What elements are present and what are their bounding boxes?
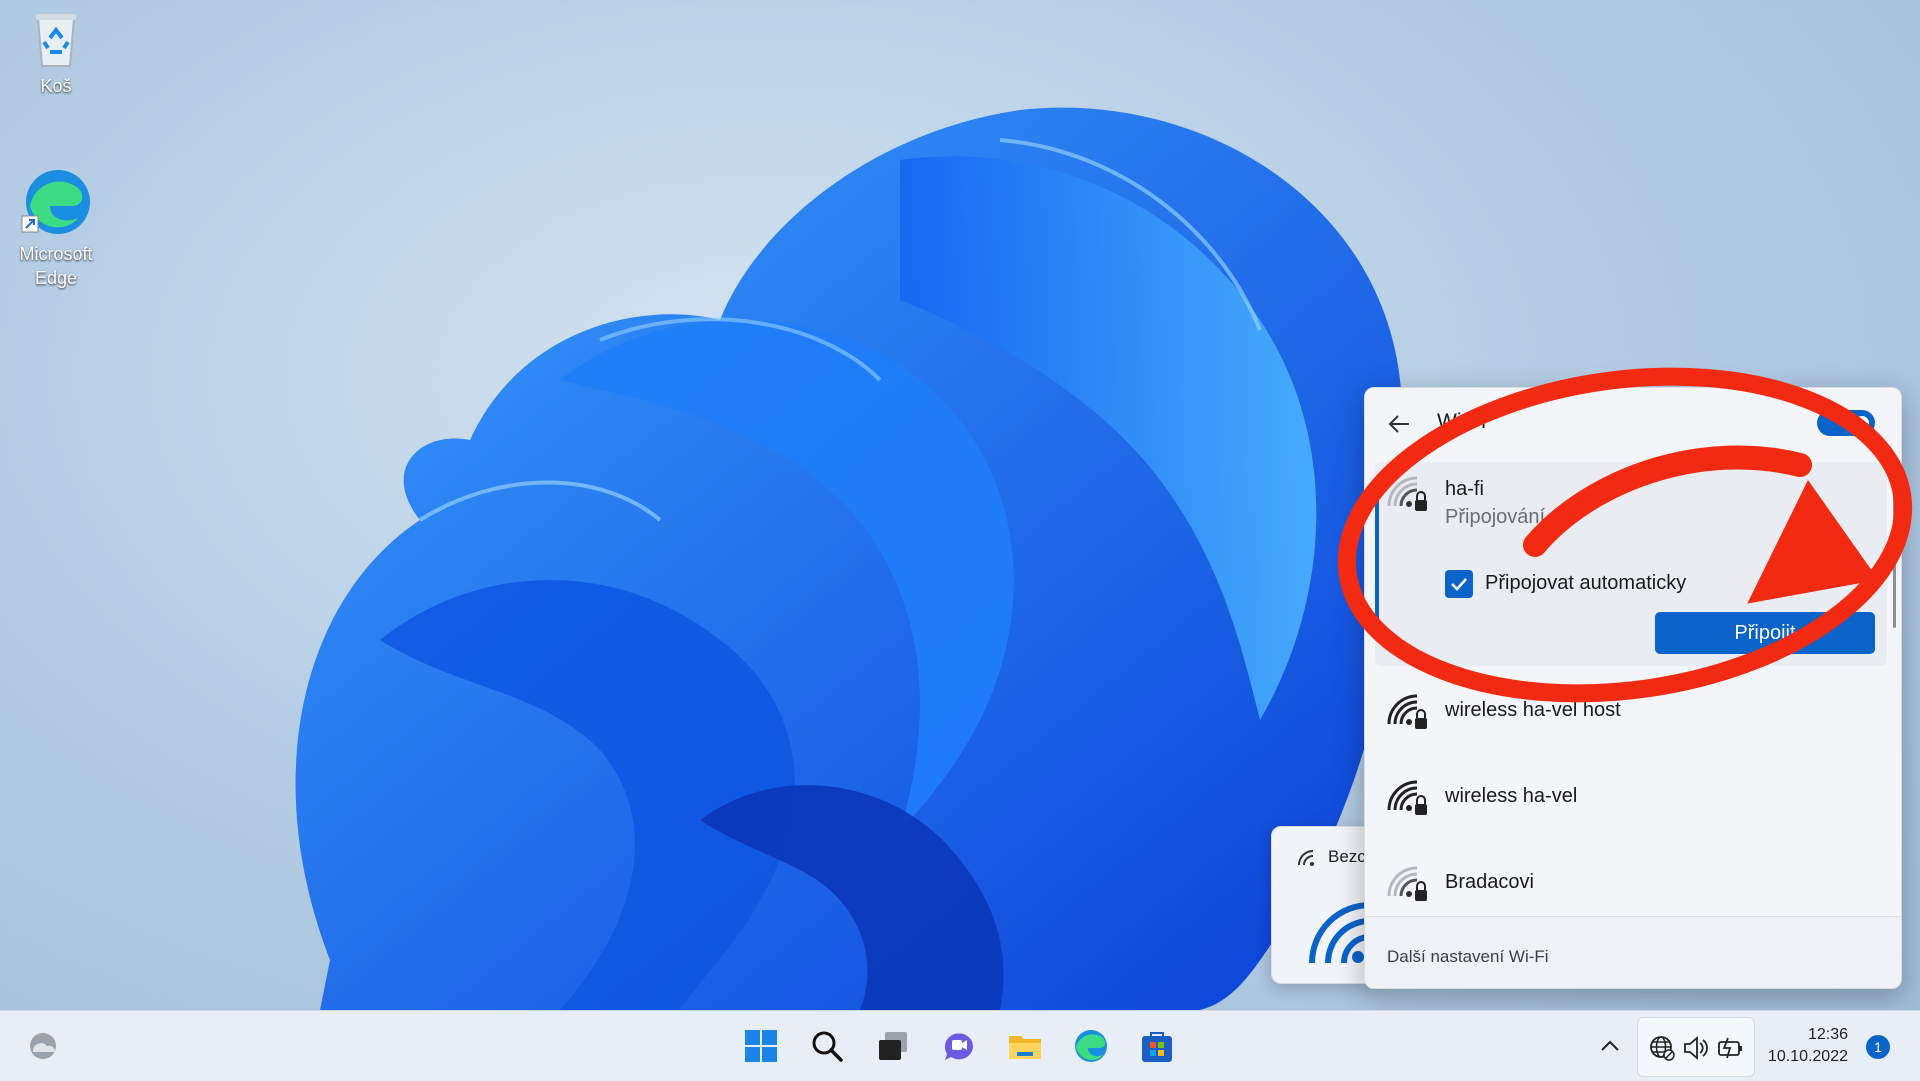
selected-network-status: Připojování	[1445, 506, 1546, 528]
network-item[interactable]: wireless ha-vel host	[1365, 672, 1901, 752]
wifi-small-icon	[1298, 850, 1314, 866]
auto-connect-label: Připojovat automaticky	[1485, 572, 1687, 594]
auto-connect-checkbox[interactable]	[1445, 570, 1473, 598]
wifi-flyout-footer: Další nastavení Wi-Fi	[1365, 916, 1901, 988]
search-button[interactable]	[804, 1023, 850, 1069]
clock-date: 10.10.2022	[1767, 1048, 1848, 1065]
selected-network-name: ha-fi	[1445, 478, 1484, 500]
wifi-secured-weak-icon	[1387, 476, 1427, 511]
wifi-toggle[interactable]	[1817, 410, 1875, 436]
show-hidden-icons-button[interactable]	[1590, 1023, 1630, 1069]
search-icon	[812, 1031, 843, 1062]
network-item[interactable]: Bradacovi	[1365, 844, 1901, 924]
file-explorer-button[interactable]	[1002, 1023, 1048, 1069]
desktop-icon-recycle-bin[interactable]: Koš	[6, 8, 106, 98]
quick-settings-label: Bezc	[1328, 847, 1366, 866]
chevron-up-icon	[1601, 1040, 1619, 1051]
quick-settings-tray[interactable]	[1637, 1017, 1755, 1077]
flyout-scrollbar[interactable]	[1893, 478, 1896, 628]
wifi-secured-weak-icon	[1387, 866, 1427, 901]
start-icon	[745, 1030, 777, 1062]
weather-icon	[30, 1033, 56, 1059]
checkmark-icon	[1451, 578, 1467, 591]
start-button[interactable]	[738, 1023, 784, 1069]
edge-icon	[1075, 1030, 1107, 1062]
file-explorer-icon	[1009, 1036, 1041, 1059]
wifi-flyout: Wi-Fi ha-fi Připojování Připojovat autom…	[1364, 387, 1902, 989]
taskbar-clock[interactable]: 12:36 10.10.2022	[1760, 1024, 1848, 1068]
wifi-flyout-header: Wi-Fi	[1365, 388, 1901, 454]
task-view-icon	[879, 1032, 907, 1060]
network-name: wireless ha-vel host	[1445, 699, 1621, 721]
edge-icon	[21, 170, 90, 234]
network-item[interactable]: wireless ha-vel	[1365, 758, 1901, 838]
back-arrow-icon[interactable]	[1385, 410, 1413, 438]
selection-indicator	[1375, 498, 1379, 630]
network-name: wireless ha-vel	[1445, 785, 1578, 807]
wifi-secured-icon	[1387, 694, 1427, 729]
more-wifi-settings-link[interactable]: Další nastavení Wi-Fi	[1387, 947, 1549, 967]
wifi-flyout-title: Wi-Fi	[1437, 410, 1486, 433]
network-name: Bradacovi	[1445, 871, 1534, 893]
task-view-button[interactable]	[870, 1023, 916, 1069]
connect-button[interactable]: Připojit	[1655, 612, 1875, 654]
edge-taskbar-button[interactable]	[1068, 1023, 1114, 1069]
volume-icon	[1684, 1036, 1708, 1060]
chat-button[interactable]	[936, 1023, 982, 1069]
desktop-icon-label: Koš	[40, 76, 72, 96]
store-button[interactable]	[1134, 1023, 1180, 1069]
recycle-bin-icon	[36, 14, 76, 67]
taskbar: 12:36 10.10.2022 1	[0, 1010, 1920, 1081]
battery-charging-icon	[1718, 1037, 1742, 1059]
wifi-secured-icon	[1387, 780, 1427, 815]
network-globe-icon	[1650, 1036, 1675, 1061]
chat-icon	[944, 1033, 973, 1060]
desktop-icon-label: Microsoft Edge	[19, 244, 93, 288]
desktop-icon-edge[interactable]: Microsoft Edge	[6, 166, 106, 290]
notification-badge[interactable]: 1	[1866, 1035, 1890, 1059]
weather-widget-button[interactable]	[20, 1023, 66, 1069]
clock-time: 12:36	[1807, 1026, 1848, 1043]
store-icon	[1142, 1032, 1172, 1062]
